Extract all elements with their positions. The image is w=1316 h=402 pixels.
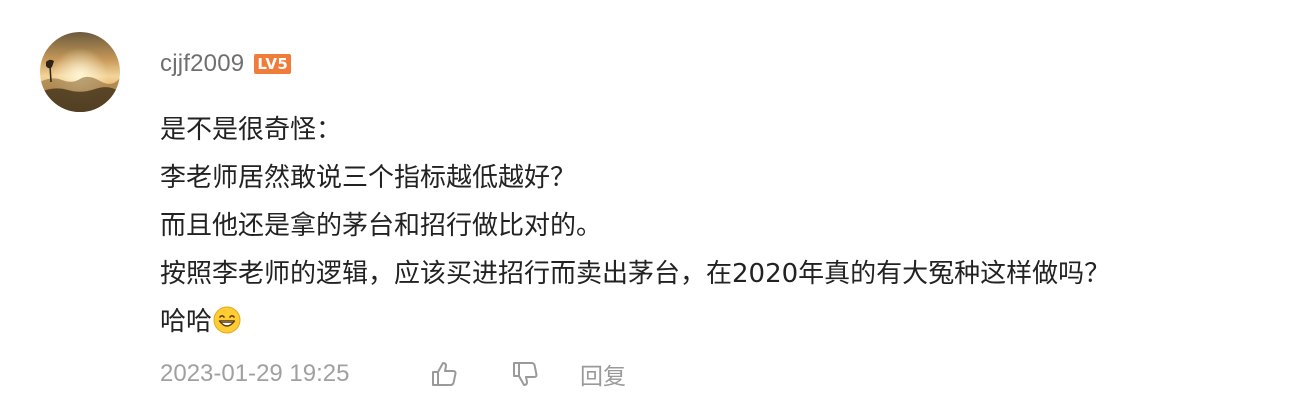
dislike-button[interactable]: [505, 354, 545, 394]
comment-body: 是不是很奇怪： 李老师居然敢说三个指标越低越好？ 而且他还是拿的茅台和招行做比对…: [160, 106, 1110, 346]
thumbs-down-icon: [513, 362, 538, 386]
sunset-landscape-avatar-icon: [40, 32, 120, 112]
timestamp: 2023-01-29 19:25: [160, 360, 350, 387]
comment-footer: 2023-01-29 19:25 回复: [160, 352, 626, 396]
avatar[interactable]: [40, 32, 120, 112]
comment-line: 而且他还是拿的茅台和招行做比对的。: [160, 211, 603, 241]
level-badge: LV5: [254, 54, 292, 74]
comment-last-line: 哈哈: [160, 298, 1110, 346]
like-button[interactable]: [424, 354, 464, 394]
comment-line: 按照李老师的逻辑，应该买进招行而卖出茅台，在2020年真的有大冤种这样做吗？: [160, 259, 1111, 289]
comment-line: 哈哈: [160, 307, 213, 337]
comment-item: cjjf2009 LV5 是不是很奇怪： 李老师居然敢说三个指标越低越好？ 而且…: [0, 0, 1316, 402]
comment-line: 李老师居然敢说三个指标越低越好？: [160, 163, 577, 193]
comment-header: cjjf2009 LV5: [160, 46, 292, 82]
reply-button[interactable]: 回复: [580, 357, 626, 391]
grinning-face-emoji-icon: [213, 306, 241, 334]
thumbs-up-icon: [432, 362, 457, 386]
comment-line: 是不是很奇怪：: [160, 115, 343, 145]
username[interactable]: cjjf2009: [160, 50, 244, 78]
